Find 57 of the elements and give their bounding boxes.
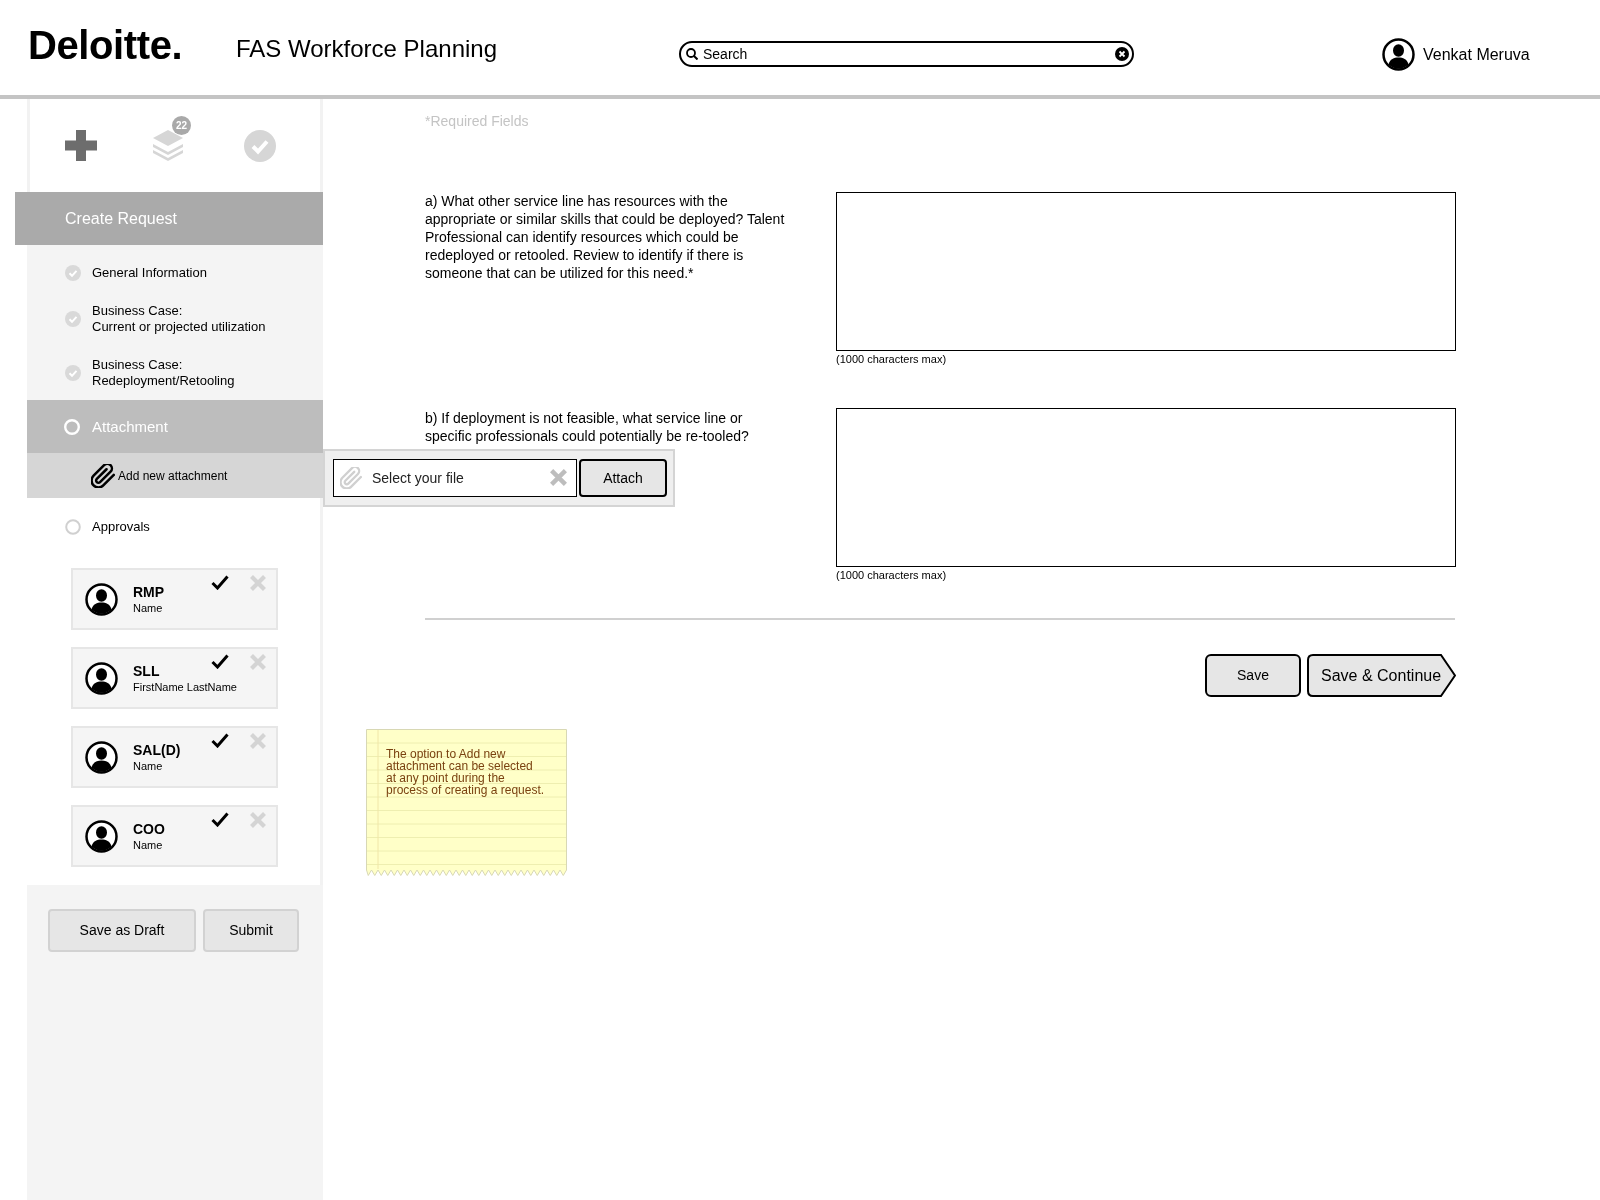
layers-icon[interactable] (153, 130, 183, 161)
cross-icon[interactable] (250, 733, 266, 749)
approver-role: COO (133, 821, 165, 837)
logo: Deloitte. (27, 24, 184, 65)
check-icon[interactable] (211, 575, 229, 590)
paperclip-icon (91, 463, 115, 488)
approver-role: RMP (133, 584, 165, 600)
cross-icon[interactable] (250, 812, 266, 828)
question-label: b) If deployment is not feasible, what service line or specific professionals could potentially be re-tooled? (425, 409, 750, 445)
check-icon[interactable] (211, 654, 229, 669)
step-label: Approvals (92, 519, 150, 535)
save-draft-button[interactable]: Save as Draft (48, 909, 196, 952)
count-badge: 22 (172, 116, 191, 135)
approver-name: Name (133, 760, 164, 773)
note-text: The option to Add new attachment can be selected at any point during the process of creating a request. (386, 748, 546, 796)
check-circle-icon[interactable] (244, 129, 276, 162)
char-limit-hint: (1000 characters max) (836, 569, 947, 581)
clear-icon[interactable] (1115, 46, 1129, 61)
approver-name: Name (133, 839, 164, 852)
submit-button[interactable]: Submit (203, 909, 299, 952)
save-continue-button[interactable]: Save & Continue (1307, 654, 1456, 697)
search-icon (686, 47, 698, 60)
avatar-icon (85, 819, 118, 853)
avatar-icon (85, 740, 118, 774)
approver-role: SAL(D) (133, 742, 181, 758)
step-row[interactable]: Business Case: Redeployment/Retooling (27, 346, 323, 400)
approver-name: Name (133, 602, 164, 615)
check-icon[interactable] (211, 812, 229, 827)
user-avatar-icon (1382, 38, 1415, 71)
check-icon[interactable] (211, 733, 229, 748)
file-field[interactable]: Select your file (333, 459, 577, 497)
cross-icon[interactable] (250, 575, 266, 591)
approver-name: FirstName LastName (133, 681, 238, 694)
plus-icon[interactable] (65, 130, 97, 161)
search-field[interactable]: Search (679, 40, 1134, 67)
step-row[interactable]: General Information (27, 245, 323, 292)
step-row[interactable]: Business Case: Current or projected utilization (27, 292, 323, 346)
paperclip-icon (340, 467, 362, 489)
step-label: Attachment (92, 417, 168, 436)
question-label: a) What other service line has resources with the appropriate or similar skills that could be deployed? Talent Professional can identify resources which could be redeployed or retooled. Review to identify if there is someone that can be utilized for this need.* (425, 192, 786, 282)
save-button[interactable]: Save (1205, 654, 1301, 697)
step-label: General Information (92, 265, 207, 281)
app-title: FAS Workforce Planning (236, 36, 498, 61)
step-label: Business Case: Current or projected utilization (92, 303, 266, 335)
cross-icon[interactable] (250, 654, 266, 670)
char-limit-hint: (1000 characters max) (836, 353, 947, 365)
answer-field[interactable] (836, 408, 1456, 567)
add-attachment-item[interactable]: Add new attachment (27, 453, 323, 498)
answer-field[interactable] (836, 192, 1456, 351)
attach-button[interactable]: Attach (579, 459, 667, 497)
section-header: Create Request (15, 192, 323, 245)
required-fields-note: *Required Fields (425, 113, 529, 130)
step-label: Business Case: Redeployment/Retooling (92, 357, 235, 389)
avatar-icon (85, 582, 118, 616)
avatar-icon (85, 661, 118, 695)
user-name: Venkat Meruva (1423, 45, 1530, 65)
approver-role: SLL (133, 663, 160, 679)
